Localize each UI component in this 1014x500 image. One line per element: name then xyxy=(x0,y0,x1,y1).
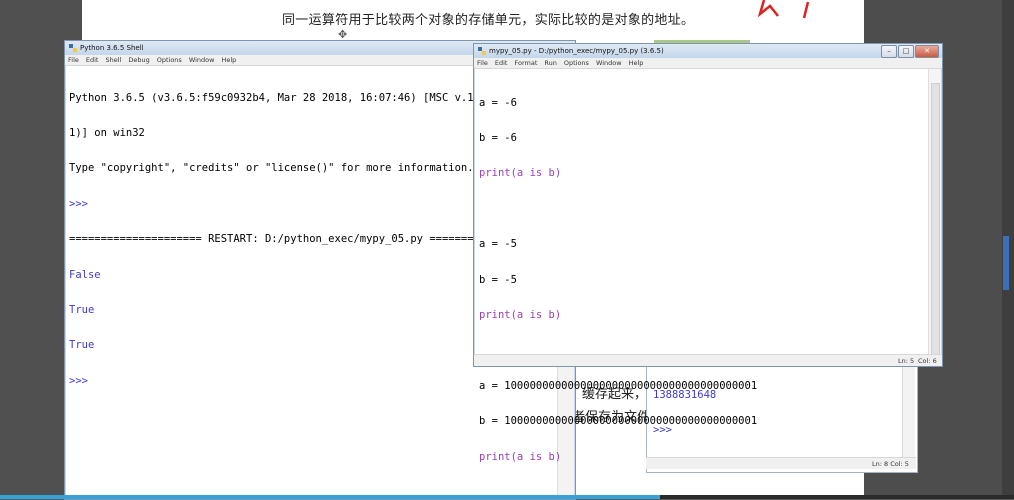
editor-menu-window[interactable]: Window xyxy=(596,59,622,67)
code-line-8: a = 100000000000000000000000000000000000… xyxy=(479,379,758,392)
code-line-5: b = -5 xyxy=(479,273,517,286)
shell-output[interactable]: Python 3.6.5 (v3.6.5:f59c0932b4, Mar 28 … xyxy=(69,69,493,411)
editor-menu-edit[interactable]: Edit xyxy=(495,59,508,67)
status-line: Ln: 5 xyxy=(898,357,915,365)
shell-line-8: >>> xyxy=(69,374,95,387)
editor-scroll-thumb[interactable] xyxy=(931,83,940,355)
editor-scrollbar[interactable] xyxy=(928,69,941,357)
back-shell-status: Ln: 8 Col: 5 xyxy=(872,460,909,468)
python-icon xyxy=(69,44,77,52)
editor-menu-options[interactable]: Options xyxy=(564,59,589,67)
code-line-10: print(a is b) xyxy=(479,450,562,463)
shell-menu-options[interactable]: Options xyxy=(157,56,182,64)
maximize-icon[interactable]: □ xyxy=(898,45,914,58)
editor-menu-file[interactable]: File xyxy=(477,59,488,67)
code-line-2: print(a is b) xyxy=(479,167,562,180)
shell-line-6: True xyxy=(69,303,95,316)
python-file-icon xyxy=(478,47,486,55)
shell-menu-edit[interactable]: Edit xyxy=(86,56,99,64)
code-line-1: b = -6 xyxy=(479,131,517,144)
code-line-0: a = -6 xyxy=(479,96,517,109)
shell-line-1: 1)] on win32 xyxy=(69,126,145,139)
shell-title: Python 3.6.5 Shell xyxy=(80,44,144,52)
editor-window[interactable]: mypy_05.py - D:/python_exec/mypy_05.py (… xyxy=(473,43,943,462)
shell-line-3: >>> xyxy=(69,197,95,210)
shell-line-4: ===================== RESTART: D:/python… xyxy=(69,233,493,246)
editor-menu-format[interactable]: Format xyxy=(514,59,537,67)
editor-titlebar[interactable]: mypy_05.py - D:/python_exec/mypy_05.py (… xyxy=(474,44,942,58)
editor-menubar: File Edit Format Run Options Window Help xyxy=(474,58,942,69)
shell-menu-debug[interactable]: Debug xyxy=(128,56,149,64)
progress-track xyxy=(660,495,1014,499)
status-col: Col: 6 xyxy=(918,357,937,365)
code-line-9: b = 100000000000000000000000000000000000… xyxy=(479,415,758,428)
shell-menu-file[interactable]: File xyxy=(68,56,79,64)
background-shell-scrollbar[interactable] xyxy=(902,365,915,457)
editor-menu-run[interactable]: Run xyxy=(544,59,556,67)
shell-line-5: False xyxy=(69,268,101,281)
editor-title: mypy_05.py - D:/python_exec/mypy_05.py (… xyxy=(489,47,664,55)
document-heading: 同一运算符用于比较两个对象的存储单元，实际比较的是对象的地址。 xyxy=(282,13,695,28)
shell-line-2: Type "copyright", "credits" or "license(… xyxy=(69,162,474,175)
shell-line-0: Python 3.6.5 (v3.6.5:f59c0932b4, Mar 28 … xyxy=(69,91,493,104)
editor-menu-help[interactable]: Help xyxy=(629,59,644,67)
shell-menu-help[interactable]: Help xyxy=(221,56,236,64)
shell-menu-window[interactable]: Window xyxy=(189,56,215,64)
code-line-4: a = -5 xyxy=(479,238,517,251)
editor-statusbar: Ln: 5 Col: 6 xyxy=(474,354,942,366)
editor-code[interactable]: a = -6 b = -6 print(a is b) a = -5 b = -… xyxy=(479,74,757,487)
shell-line-7: True xyxy=(69,339,95,352)
right-edge-tab[interactable] xyxy=(1003,236,1009,290)
progress-bar xyxy=(0,495,660,499)
shell-menu-shell[interactable]: Shell xyxy=(105,56,121,64)
code-line-6: print(a is b) xyxy=(479,308,562,321)
minimize-icon[interactable]: – xyxy=(881,45,897,58)
close-icon[interactable]: ✕ xyxy=(915,45,939,58)
